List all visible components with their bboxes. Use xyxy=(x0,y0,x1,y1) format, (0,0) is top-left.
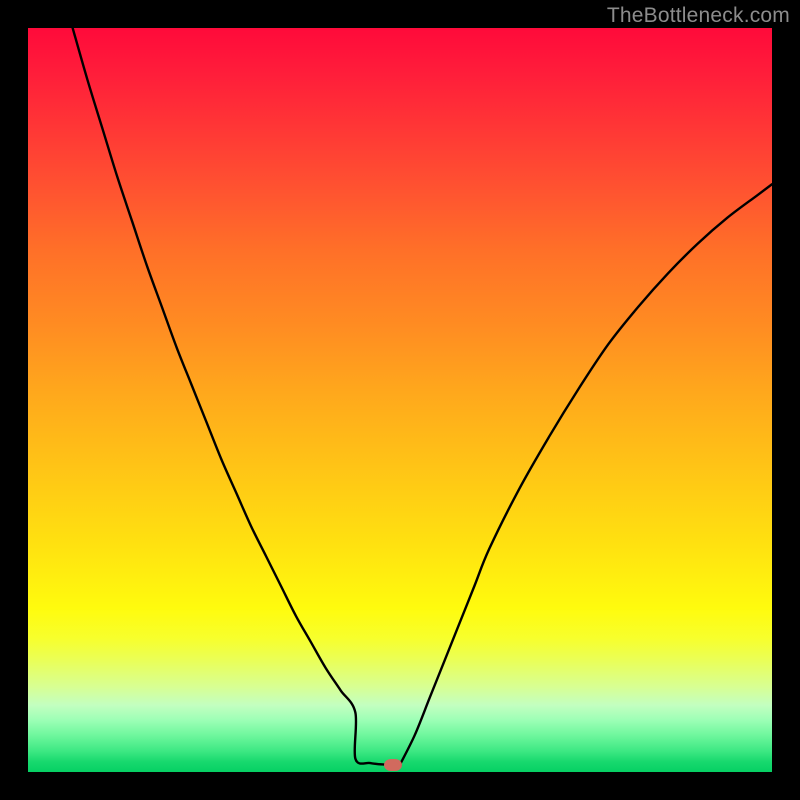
watermark-text: TheBottleneck.com xyxy=(607,4,790,28)
valley-marker xyxy=(384,759,402,771)
curve-path xyxy=(73,28,772,767)
chart-frame: TheBottleneck.com xyxy=(0,0,800,800)
bottleneck-curve xyxy=(28,28,772,772)
plot-area xyxy=(28,28,772,772)
